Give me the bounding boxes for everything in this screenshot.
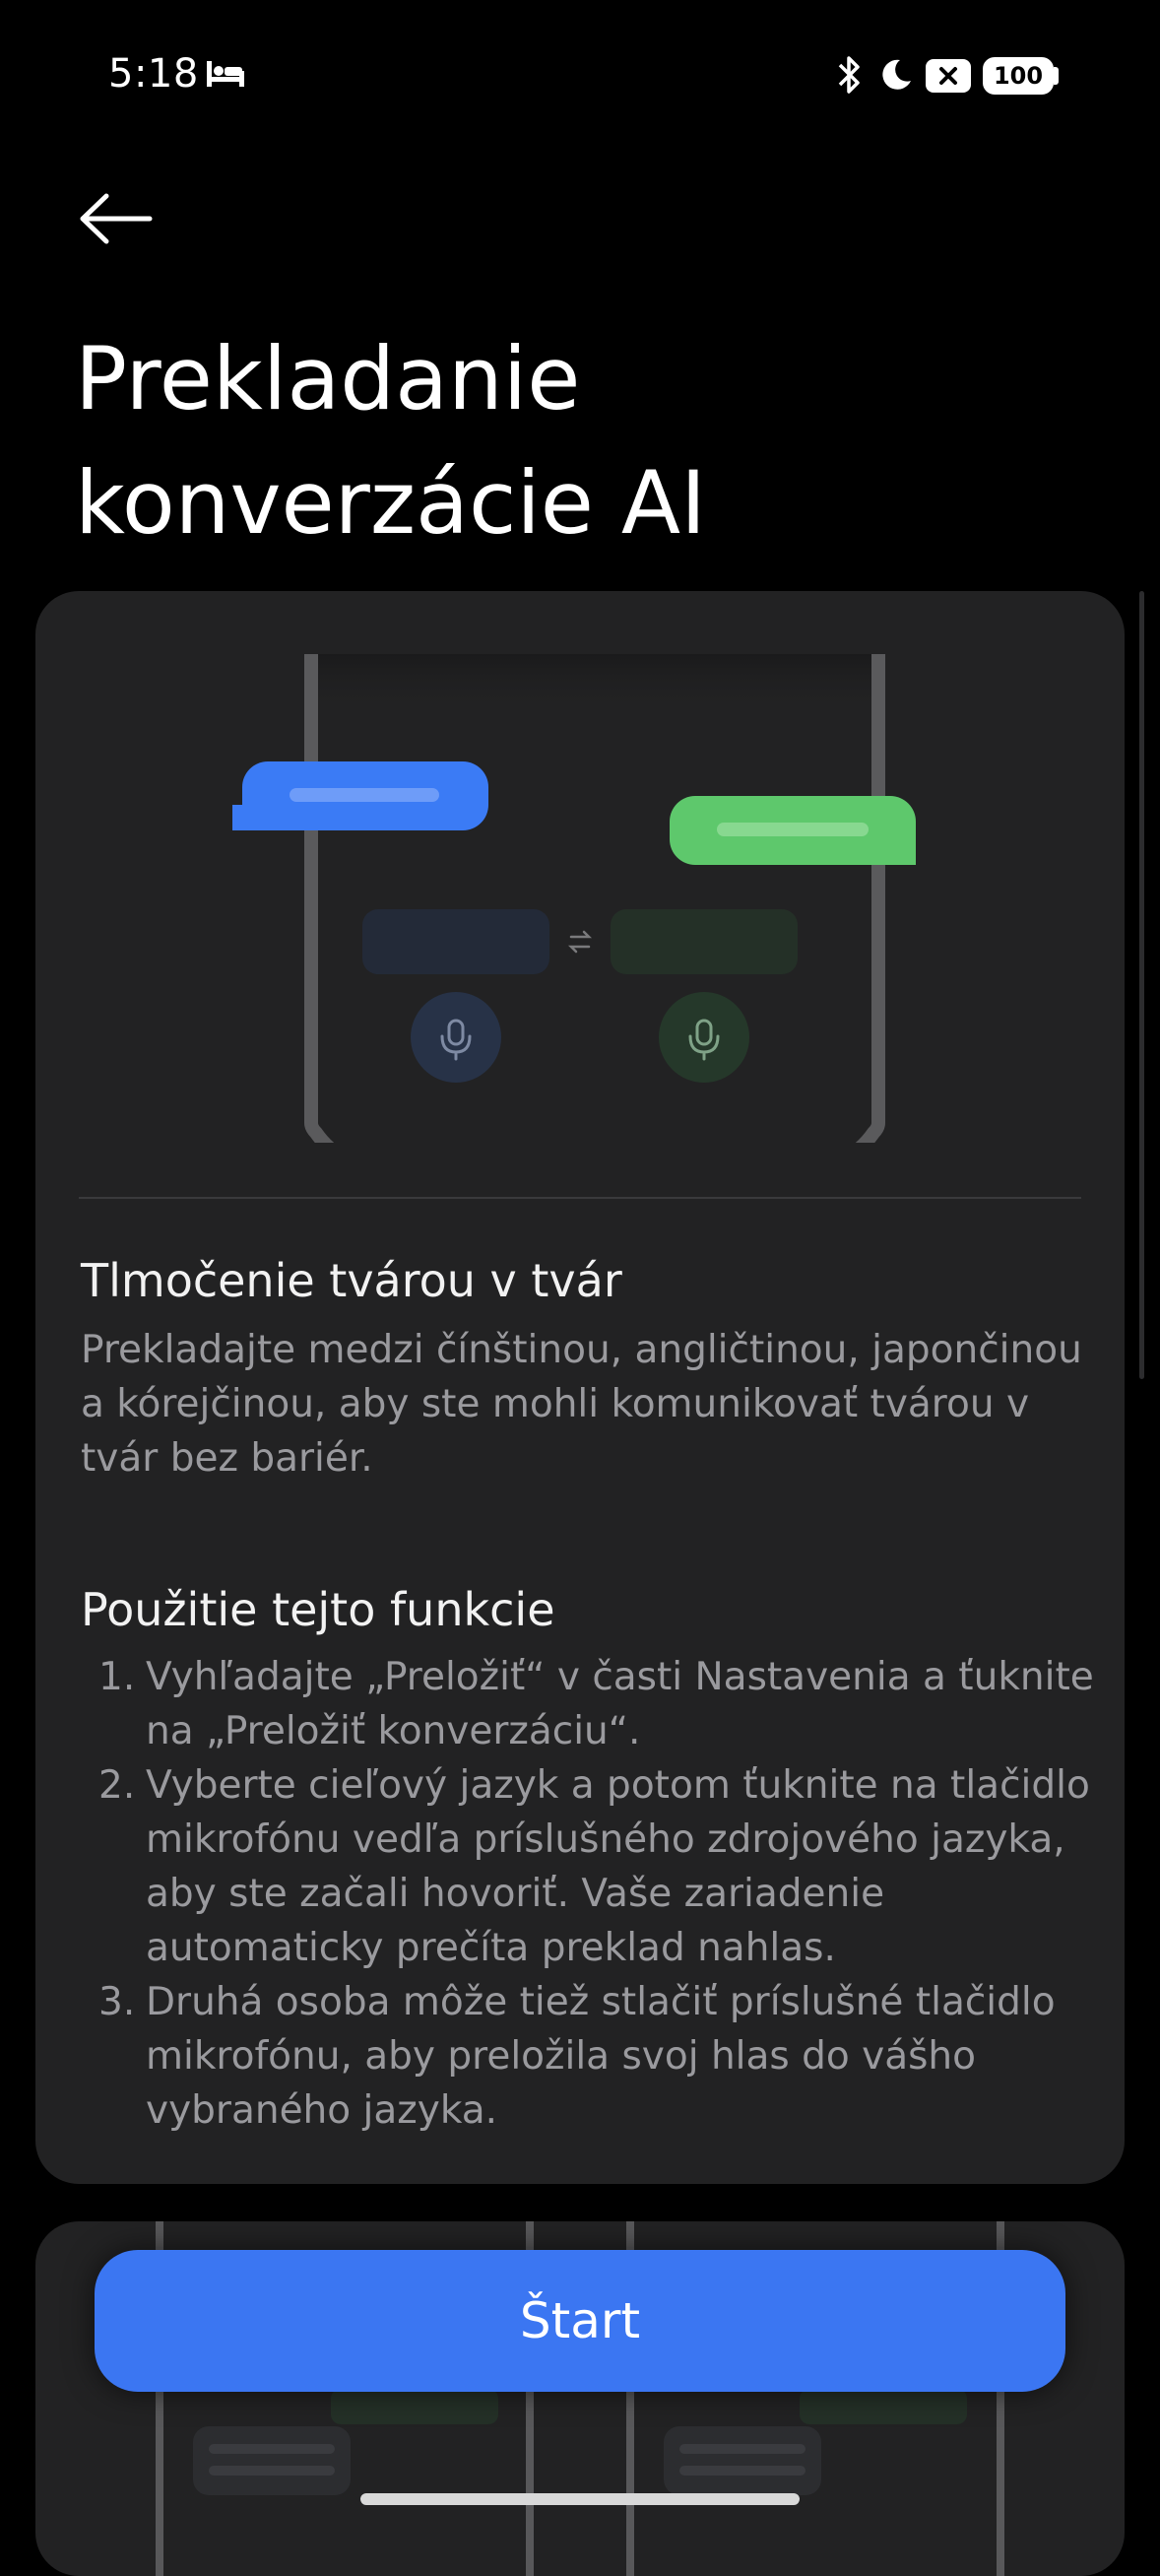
status-bar: 5:18 100 [0, 0, 1160, 148]
step-number: 3. [98, 1980, 136, 2024]
section-title-face-to-face: Tlmočenie tvárou v tvár [81, 1254, 622, 1307]
conversation-illustration [232, 654, 916, 1143]
target-language-box [611, 909, 798, 974]
scrollbar[interactable] [1139, 591, 1144, 1379]
step-number: 2. [98, 1763, 136, 1808]
step-item: 3. Druhá osoba môže tiež stlačiť príslušn… [81, 1975, 1095, 2138]
instruction-steps: 1. Vyhľadajte „Preložiť“ v časti Nastaven… [81, 1650, 1095, 2138]
step-item: 1. Vyhľadajte „Preložiť“ v časti Nastaven… [81, 1650, 1095, 1758]
divider [79, 1197, 1081, 1199]
step-text: Druhá osoba môže tiež stlačiť príslušné … [146, 1980, 1056, 2133]
section-description: Prekladajte medzi čínštinou, angličtinou… [81, 1328, 1082, 1481]
bluetooth-icon [838, 56, 860, 94]
back-button[interactable] [69, 177, 163, 260]
no-sim-icon [926, 59, 971, 93]
feature-info-card: Tlmočenie tvárou v tvár Prekladajte medz… [35, 591, 1125, 2184]
mic-button-right [659, 992, 749, 1083]
section-title-how-to-use: Použitie tejto funkcie [81, 1583, 555, 1636]
arrow-left-icon [80, 193, 153, 244]
step-text: Vyberte cieľový jazyk a potom ťuknite na… [146, 1763, 1090, 1970]
mic-button-left [411, 992, 501, 1083]
step-text: Vyhľadajte „Preložiť“ v časti Nastavenia… [146, 1655, 1094, 1753]
step-item: 2. Vyberte cieľový jazyk a potom ťuknite … [81, 1758, 1095, 1975]
source-language-box [362, 909, 549, 974]
status-time: 5:18 [108, 51, 199, 97]
phone-frame [304, 654, 885, 1143]
sleep-bed-icon [207, 61, 244, 87]
home-indicator[interactable] [360, 2493, 800, 2505]
battery-tip [1054, 67, 1059, 85]
battery-icon: 100 [983, 57, 1054, 95]
do-not-disturb-moon-icon [882, 59, 911, 90]
swap-arrows-icon [567, 930, 593, 954]
step-number: 1. [98, 1655, 136, 1699]
page-title: Prekladanie konverzácie AI [75, 328, 707, 554]
battery-level: 100 [993, 62, 1044, 90]
start-button[interactable]: Štart [95, 2250, 1065, 2392]
